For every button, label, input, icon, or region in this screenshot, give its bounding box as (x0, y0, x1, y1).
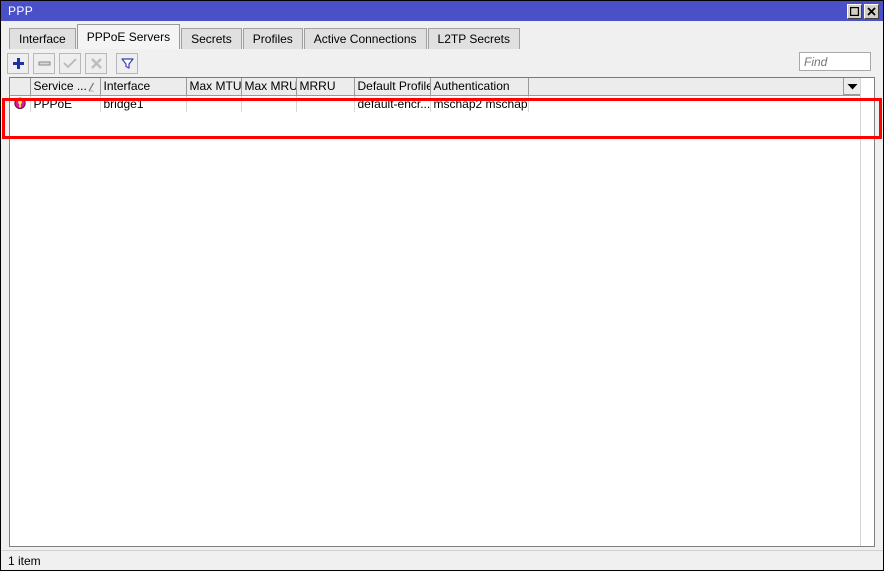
close-button[interactable] (864, 3, 879, 19)
column-header-max-mru[interactable]: Max MRU (241, 78, 297, 96)
column-header-spare[interactable] (528, 78, 874, 96)
funnel-icon (120, 57, 134, 70)
maximize-icon (850, 6, 859, 16)
column-header-authentication[interactable]: Authentication (430, 78, 529, 96)
pppoe-server-icon (13, 97, 27, 111)
toolbar (1, 49, 883, 77)
pppoe-servers-list: Service ... Interface Max MTU Max MRU MR… (9, 77, 875, 547)
row-flag-cell (10, 95, 31, 112)
cell-service: PPPoE (30, 95, 101, 112)
check-icon (63, 57, 77, 70)
column-header-flag[interactable] (10, 78, 31, 96)
window-title: PPP (8, 4, 34, 18)
disable-button[interactable] (85, 52, 107, 74)
filter-button[interactable] (116, 52, 138, 74)
enable-button[interactable] (59, 52, 81, 74)
plus-icon (12, 57, 25, 70)
cell-interface: bridge1 (100, 95, 187, 112)
tab-profiles[interactable]: Profiles (242, 28, 303, 49)
tab-secrets[interactable]: Secrets (181, 28, 242, 49)
status-bar: 1 item (1, 550, 883, 570)
ppp-window: PPP Interface PPPoE Servers Secrets Prof… (0, 0, 884, 571)
search-input[interactable] (804, 54, 870, 69)
tab-l2tp-secrets[interactable]: L2TP Secrets (427, 28, 520, 49)
cell-authentication: mschap2 mschap... (430, 95, 529, 112)
pppoe-servers-table: Service ... Interface Max MTU Max MRU MR… (10, 78, 874, 112)
window-titlebar: PPP (1, 1, 883, 21)
add-button[interactable] (7, 52, 29, 74)
table-row[interactable]: PPPoE bridge1 default-encr... mschap2 ms… (10, 95, 874, 112)
tab-pppoe-servers[interactable]: PPPoE Servers (76, 24, 181, 49)
item-count-label: 1 item (8, 553, 41, 568)
column-header-interface[interactable]: Interface (100, 78, 187, 96)
cell-max-mru (241, 95, 297, 112)
column-header-default-profile[interactable]: Default Profile (354, 78, 431, 96)
column-header-max-mtu[interactable]: Max MTU (186, 78, 242, 96)
column-header-mrru[interactable]: MRRU (296, 78, 355, 96)
tab-bar: Interface PPPoE Servers Secrets Profiles… (1, 21, 883, 49)
vertical-scrollbar[interactable] (860, 78, 874, 546)
chevron-down-icon (847, 79, 858, 93)
cell-spare (528, 95, 874, 112)
tab-interface[interactable]: Interface (9, 28, 76, 49)
minus-icon (38, 57, 51, 70)
maximize-button[interactable] (847, 3, 862, 19)
table-header-row: Service ... Interface Max MTU Max MRU MR… (10, 78, 874, 96)
close-icon (867, 6, 876, 16)
sort-ascending-icon (87, 81, 96, 92)
find-box[interactable] (799, 52, 871, 71)
client-area: Interface PPPoE Servers Secrets Profiles… (1, 21, 883, 570)
cell-default-profile: default-encr... (354, 95, 431, 112)
titlebar-buttons (847, 3, 879, 19)
cell-max-mtu (186, 95, 242, 112)
cross-icon (90, 57, 103, 70)
column-header-service[interactable]: Service ... (30, 78, 101, 96)
list-empty-area (10, 112, 874, 546)
cell-mrru (296, 95, 355, 112)
tab-active-connections[interactable]: Active Connections (303, 28, 427, 49)
column-chooser-button[interactable] (843, 78, 860, 95)
remove-button[interactable] (33, 52, 55, 74)
column-header-service-label: Service ... (33, 79, 87, 94)
